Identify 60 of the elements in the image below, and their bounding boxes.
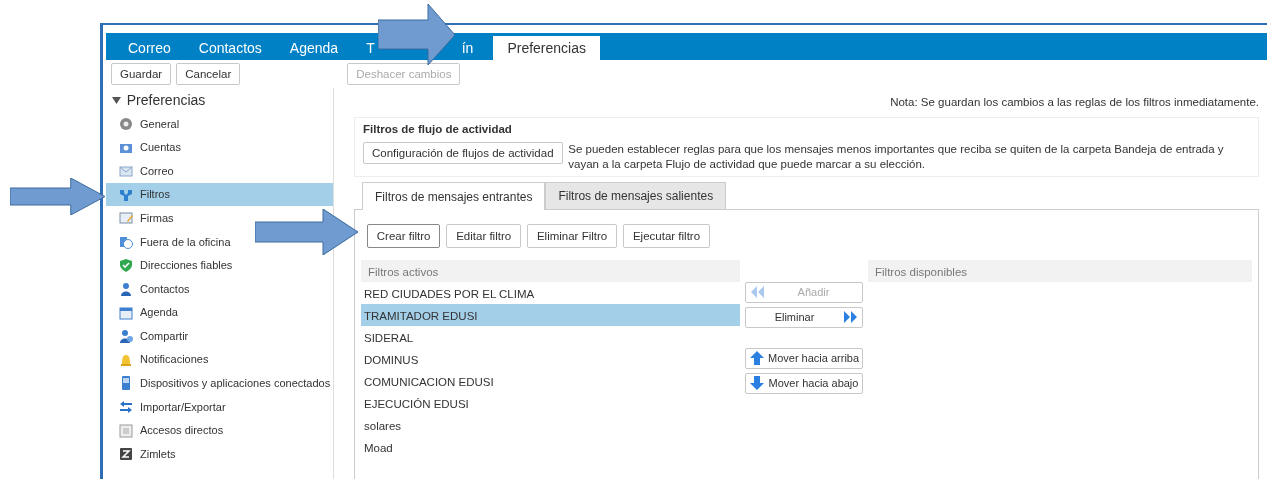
sidebar-item[interactable]: General — [106, 112, 184, 136]
filter-action-button[interactable]: Editar filtro — [446, 224, 522, 249]
filter-tab[interactable]: Filtros de mensajes salientes — [545, 182, 727, 210]
sidebar-item[interactable]: Firmas — [106, 206, 178, 230]
transfer-button[interactable]: Eliminar — [745, 306, 863, 328]
sidebar-item[interactable]: Dispositivos y aplicaciones conectados — [106, 371, 335, 396]
filter-tab[interactable]: Filtros de mensajes entrantes — [362, 182, 546, 211]
section-title: Filtros de flujo de actividad — [363, 122, 513, 138]
sidebar-item[interactable]: Notificaciones — [106, 347, 213, 372]
filter-row[interactable]: TRAMITADOR EDUSI — [361, 303, 740, 326]
transfer-button[interactable]: Mover hacia abajo — [745, 372, 863, 394]
filter-row[interactable]: EJECUCIÓN EDUSI — [361, 391, 740, 414]
envelope-icon — [118, 163, 134, 179]
nav-tab[interactable]: Preferencias — [493, 36, 600, 60]
sidebar-item[interactable]: Zimlets — [106, 442, 180, 466]
sidebar-heading[interactable]: Preferencias — [126, 89, 206, 111]
nav-tab[interactable]: Contactos — [184, 36, 276, 60]
people-icon — [118, 328, 134, 345]
sidebar-item[interactable]: Compartir — [106, 324, 193, 348]
nav-tab[interactable]: Correo — [114, 36, 185, 60]
transfer-button[interactable]: Mover hacia arriba — [745, 347, 863, 369]
double-right-arrow-icon — [843, 309, 859, 326]
sidebar-item[interactable]: Fuera de la oficina — [106, 229, 235, 254]
nav-tab[interactable]: Agenda — [275, 36, 353, 60]
sidebar-item[interactable]: Contactos — [106, 277, 194, 301]
sidebar-item[interactable]: Direcciones fiables — [106, 253, 237, 278]
filter-action-button[interactable]: Eliminar Filtro — [526, 224, 618, 249]
filter-row[interactable]: Moad — [361, 435, 740, 458]
sidebar-item[interactable]: Filtros — [106, 182, 333, 207]
description-text: Se pueden establecer reglas para que los mensajes menos importantes que reciba se quiten de la carpeta Bandeja de entrada y vayan a la carpeta Flujo de actividad que puede marcar a su elección. — [568, 141, 1225, 172]
filter-row[interactable]: COMUNICACION EDUSI — [361, 369, 740, 392]
nav-tab[interactable]: ín — [447, 36, 488, 60]
filter-row[interactable]: SIDERAL — [361, 325, 740, 348]
filter-action-button[interactable]: Ejecutar filtro — [622, 224, 711, 249]
expand-caret-icon[interactable] — [112, 95, 121, 105]
up-arrow-icon — [749, 350, 765, 367]
sidebar-item[interactable]: Importar/Exportar — [106, 395, 230, 419]
zimlet-icon — [118, 446, 134, 463]
sidebar-item[interactable]: Cuentas — [106, 135, 185, 160]
sidebar-item[interactable]: Correo — [106, 159, 178, 183]
filter-action-button[interactable]: Crear filtro — [366, 224, 441, 249]
shield-icon — [118, 257, 134, 274]
sidebar-item[interactable]: Agenda — [106, 300, 182, 325]
toolbar-button[interactable]: Guardar — [111, 63, 172, 85]
person-icon — [118, 280, 134, 297]
swap-arrows-icon — [118, 398, 134, 415]
down-arrow-icon — [749, 375, 765, 392]
activity-stream-button[interactable]: Configuración de flujos de actividad — [363, 141, 563, 164]
note-text: Nota: Se guardan los cambios a las reglas de los filtros inmediatamente. — [889, 95, 1259, 110]
nav-tab[interactable]: T — [352, 36, 376, 60]
filter-row[interactable]: RED CIUDADES POR EL CLIMA — [361, 281, 740, 304]
calendar-icon — [118, 304, 134, 321]
list-header: Filtros activos — [361, 259, 740, 282]
filter-row[interactable]: solares — [361, 413, 740, 436]
signature-icon — [118, 210, 134, 227]
filter-row[interactable]: DOMINUS — [361, 347, 740, 370]
sidebar-item[interactable]: Accesos directos — [106, 418, 228, 443]
gear-icon — [118, 115, 134, 132]
list-header: Filtros disponibles — [868, 259, 1252, 282]
toolbar-button[interactable]: Cancelar — [176, 63, 241, 85]
